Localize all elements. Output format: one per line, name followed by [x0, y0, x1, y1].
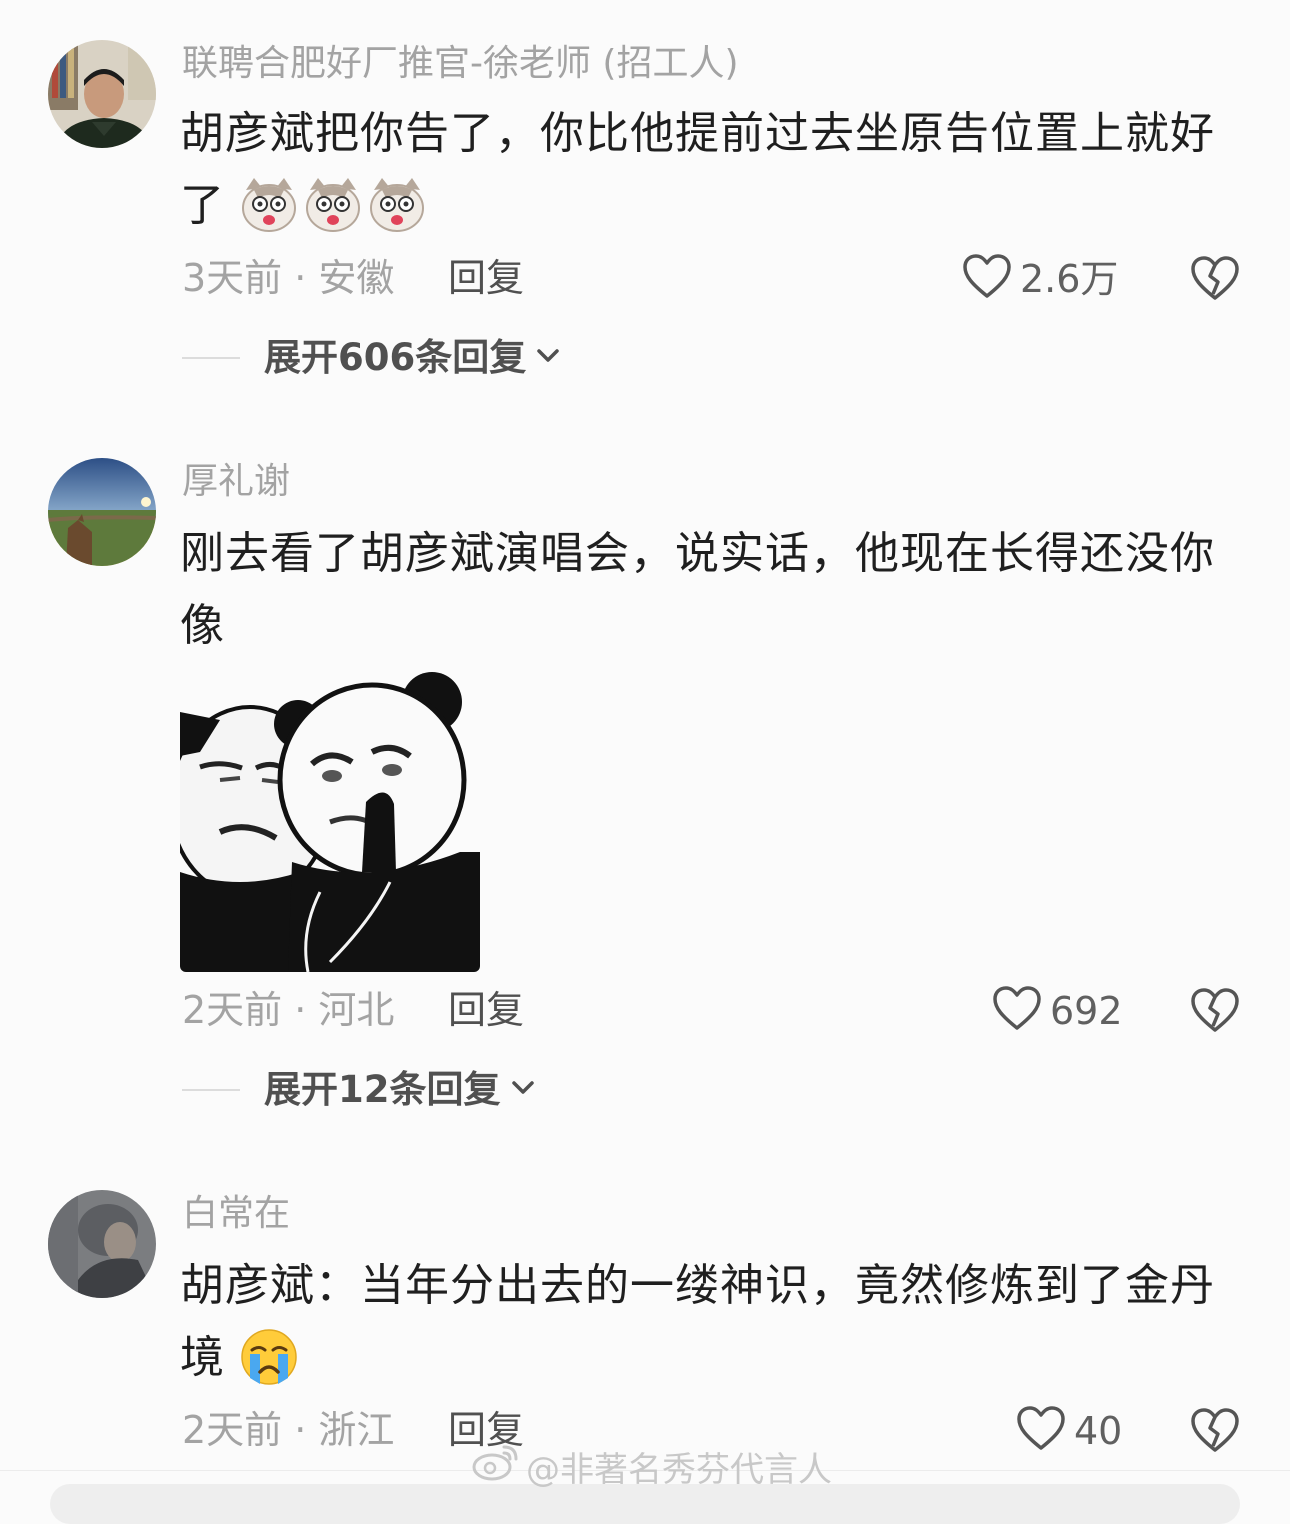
like-button[interactable]: 40: [1016, 1406, 1122, 1456]
time-location: 2天前 · 浙江: [182, 1408, 395, 1452]
weibo-logo-icon: [472, 1443, 520, 1490]
heart-icon: [1016, 1406, 1066, 1456]
like-count: 40: [1074, 1409, 1123, 1453]
broken-heart-icon: [1190, 1408, 1240, 1458]
crying-face-emoji: [240, 1328, 298, 1408]
comment-text: 胡彦斌：当年分出去的一缕神识，竟然修炼到了金丹境: [180, 1250, 1230, 1408]
comment-3: 白常在 胡彦斌：当年分出去的一缕神识，竟然修炼到了金丹境 2天前 · 浙江 回复…: [0, 0, 1290, 1470]
avatar[interactable]: [48, 1190, 156, 1298]
comment-text-content: 胡彦斌：当年分出去的一缕神识，竟然修炼到了金丹境: [180, 1260, 1215, 1383]
username[interactable]: 白常在: [182, 1192, 290, 1236]
dislike-button[interactable]: [1190, 1408, 1240, 1458]
watermark: @非著名秀芬代言人: [472, 1442, 832, 1491]
watermark-text: @非著名秀芬代言人: [526, 1450, 832, 1490]
